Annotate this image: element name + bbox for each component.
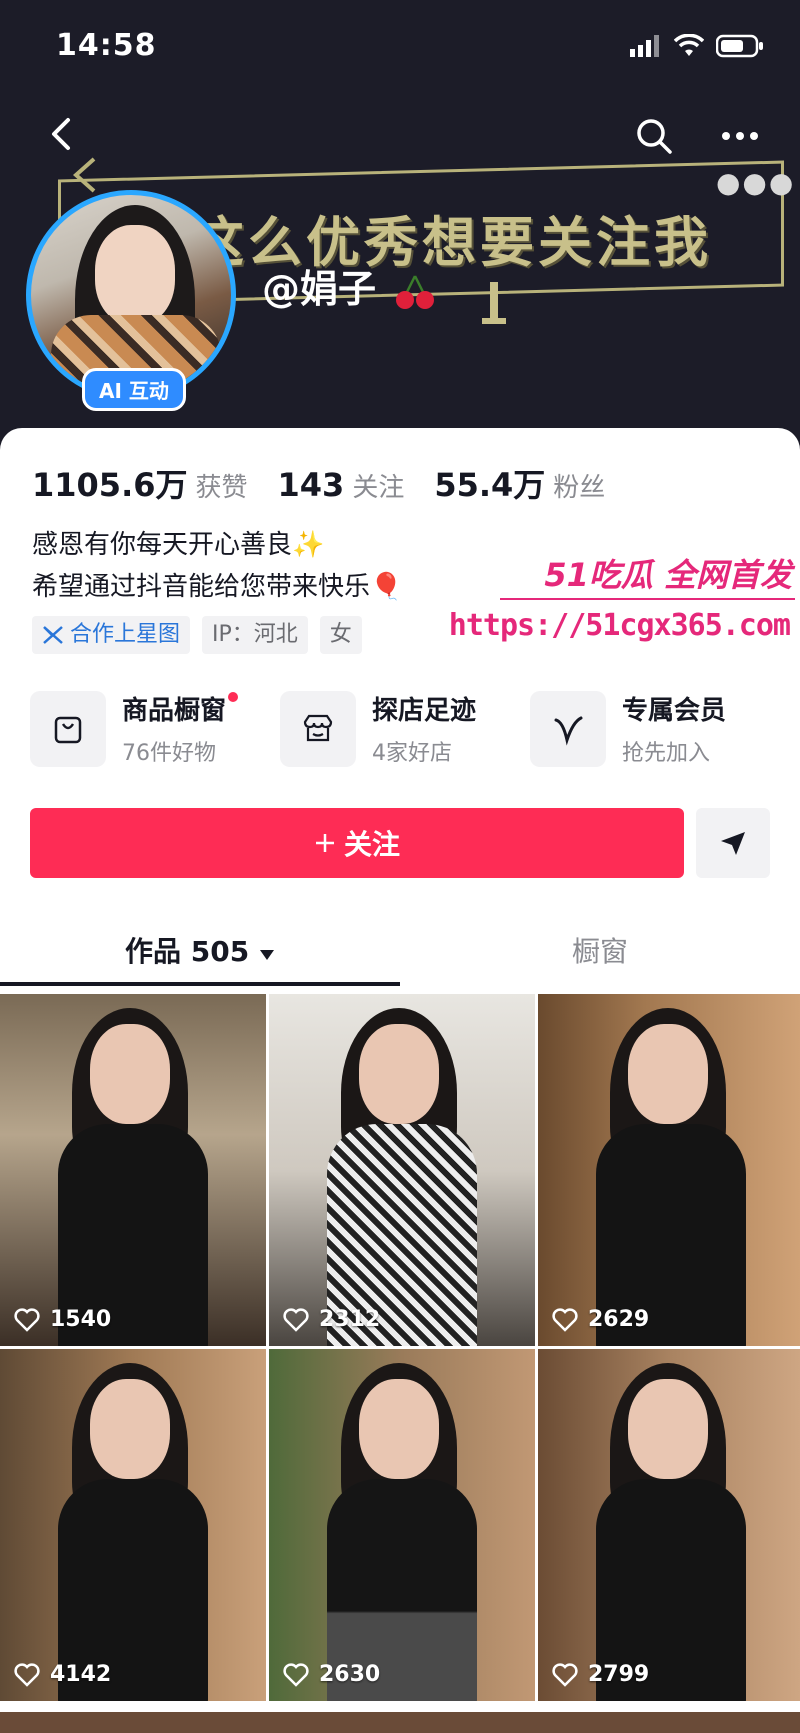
like-count-value: 4142 (50, 1662, 112, 1687)
banner-dots-icon: ●●● (716, 166, 796, 199)
stat-likes[interactable]: 1105.6万 获赞 (32, 460, 248, 506)
stats-row: 1105.6万 获赞 143 关注 55.4万 粉丝 (32, 460, 605, 506)
more-icon[interactable] (718, 118, 762, 154)
bio-line: 希望通过抖音能给您带来快乐🎈 (32, 572, 403, 602)
video-thumbnail[interactable]: 4142 (0, 1349, 266, 1701)
tag-star-label: 合作上星图 (70, 622, 181, 647)
figure-head (628, 1379, 708, 1479)
figure-head (359, 1024, 439, 1124)
tag-ip: IP：河北 (202, 616, 308, 654)
tag-gender: 女 (319, 616, 362, 654)
tab-works-label: 作品 505 (125, 935, 250, 968)
star-map-icon (43, 626, 63, 644)
tags-row: 合作上星图 IP：河北 女 (32, 616, 362, 654)
wifi-icon (674, 34, 704, 56)
watermark: 51吃瓜 全网首发 https://51cgx365.com (449, 550, 800, 670)
notification-dot (228, 692, 239, 702)
like-count: 2799 (552, 1662, 649, 1687)
profile-header: 14:58 ●●● 这么优秀想要关注我 AI 互动 @娟子 (0, 0, 800, 450)
heart-icon (552, 1307, 578, 1332)
watermark-logo: 51吃瓜 全网首发 (544, 556, 792, 594)
figure-head (90, 1024, 170, 1124)
like-count-value: 2629 (588, 1307, 650, 1332)
status-time: 14:58 (56, 28, 157, 63)
feature-sub: 76件好物 (122, 741, 216, 766)
heart-icon (14, 1307, 40, 1332)
bio: 感恩有你每天开心善良✨ 希望通过抖音能给您带来快乐🎈 (32, 524, 402, 608)
share-button[interactable] (696, 808, 770, 878)
bio-line: 感恩有你每天开心善良✨ (32, 530, 325, 560)
plus-icon (315, 834, 334, 852)
like-count-value: 2630 (319, 1662, 381, 1687)
feature-title-text: 商品橱窗 (122, 696, 227, 726)
figure-head (90, 1379, 170, 1479)
stat-following[interactable]: 143 关注 (278, 466, 405, 504)
tab-underline (0, 982, 400, 986)
username-text: @娟子 (262, 267, 377, 311)
like-count: 2629 (552, 1307, 649, 1332)
heart-icon (283, 1662, 309, 1687)
bag-icon (30, 690, 106, 767)
feature-membership[interactable]: 专属会员 抢先加入 (530, 690, 770, 767)
watermark-line (500, 598, 795, 600)
feature-sub: 抢先加入 (622, 741, 711, 766)
feature-shop-window[interactable]: 商品橱窗 76件好物 (30, 690, 270, 767)
stat-followers-num: 55.4万 (434, 466, 546, 504)
video-thumbnail[interactable]: 2799 (538, 1349, 800, 1701)
stat-following-label: 关注 (352, 473, 405, 503)
video-grid: 1540 2312 2629 4142 2630 2799 (0, 994, 800, 1701)
stat-followers-label: 粉丝 (553, 473, 606, 503)
down-arrow-icon (482, 282, 506, 324)
back-icon[interactable] (40, 112, 84, 156)
feature-store-visits[interactable]: 探店足迹 4家好店 (280, 690, 520, 767)
feature-title: 探店足迹 (372, 696, 477, 726)
signal-icon (630, 35, 659, 57)
tab-shop[interactable]: 橱窗 (400, 916, 800, 988)
content-tabs: 作品 505 橱窗 (0, 916, 800, 988)
like-count: 4142 (14, 1662, 111, 1687)
figure-head (359, 1379, 439, 1479)
cherry-icon (396, 274, 435, 309)
v-icon (530, 690, 606, 767)
video-thumbnail[interactable]: 2630 (269, 1349, 535, 1701)
banner-arrow-icon (72, 157, 96, 193)
next-row-peek (0, 1712, 800, 1733)
video-thumbnail[interactable]: 2312 (269, 994, 535, 1346)
heart-icon (552, 1662, 578, 1687)
ai-interaction-badge[interactable]: AI 互动 (82, 368, 186, 411)
tab-works[interactable]: 作品 505 (0, 916, 400, 988)
like-count-value: 2312 (319, 1307, 381, 1332)
figure-head (628, 1024, 708, 1124)
like-count-value: 2799 (588, 1662, 650, 1687)
feature-sub: 4家好店 (372, 741, 452, 766)
stat-followers[interactable]: 55.4万 粉丝 (434, 460, 605, 506)
video-thumbnail[interactable]: 2629 (538, 994, 800, 1346)
battery-icon (716, 34, 763, 58)
like-count-value: 1540 (50, 1307, 112, 1332)
heart-icon (14, 1662, 40, 1687)
watermark-url: https://51cgx365.com (448, 608, 791, 643)
feature-title: 专属会员 (622, 696, 727, 726)
send-icon (721, 832, 745, 855)
like-count: 2630 (283, 1662, 380, 1687)
profile-card: 1105.6万 获赞 143 关注 55.4万 粉丝 感恩有你每天开心善良✨ 希望通过… (0, 428, 800, 1733)
tag-star-cooperation[interactable]: 合作上星图 (32, 616, 191, 654)
store-icon (280, 690, 356, 767)
avatar-face (95, 225, 175, 325)
features-row: 商品橱窗 76件好物 探店足迹 4家好店 专属会员 抢先加入 (30, 690, 770, 767)
caret-down-icon (259, 950, 274, 960)
video-thumbnail[interactable]: 1540 (0, 994, 266, 1346)
feature-title: 商品橱窗 (122, 690, 239, 727)
stat-likes-label: 获赞 (195, 473, 248, 503)
follow-label: 关注 (343, 828, 400, 861)
username: @娟子 (262, 258, 435, 313)
status-icons (630, 34, 764, 58)
stat-following-num: 143 (277, 466, 345, 504)
stat-likes-num: 1105.6万 (32, 466, 188, 504)
like-count: 1540 (14, 1307, 111, 1332)
search-icon[interactable] (632, 114, 676, 158)
like-count: 2312 (283, 1307, 380, 1332)
heart-icon (283, 1307, 309, 1332)
follow-button[interactable]: 关注 (30, 808, 684, 878)
